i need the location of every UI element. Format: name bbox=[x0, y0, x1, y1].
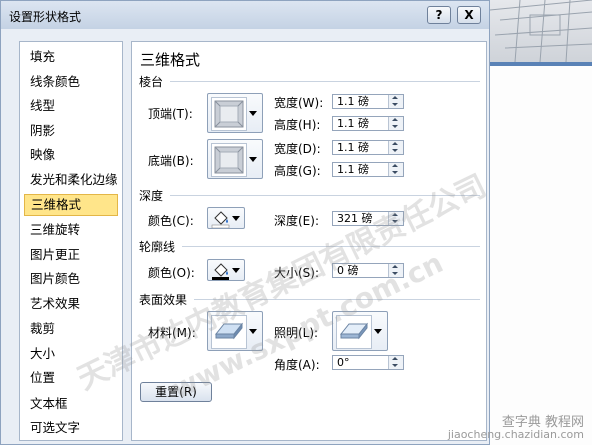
spinner-arrows[interactable] bbox=[388, 356, 403, 369]
contour-section-heading: 轮廓线 bbox=[139, 240, 176, 254]
bevel-bottom-height-spinner[interactable]: 1.1 磅 bbox=[332, 162, 404, 177]
bevel-top-dropdown[interactable] bbox=[207, 93, 263, 133]
bevel-bottom-width-label: 宽度(D): bbox=[274, 142, 321, 156]
depth-color-dropdown[interactable] bbox=[207, 207, 245, 229]
section-divider bbox=[170, 81, 480, 82]
nav-item-picture-corrections[interactable]: 图片更正 bbox=[24, 244, 118, 266]
nav-item-3d-format[interactable]: 三维格式 bbox=[24, 194, 118, 216]
spinner-value: 321 磅 bbox=[337, 212, 373, 225]
depth-label: 深度(E): bbox=[274, 214, 319, 228]
chevron-down-icon bbox=[232, 216, 240, 221]
bevel-top-width-label: 宽度(W): bbox=[274, 96, 324, 110]
nav-item-artistic-effects[interactable]: 艺术效果 bbox=[24, 293, 118, 315]
bevel-preview-icon bbox=[211, 97, 247, 131]
panel-title: 三维格式 bbox=[140, 51, 201, 69]
spinner-arrows[interactable] bbox=[388, 264, 403, 277]
bevel-bottom-width-spinner[interactable]: 1.1 磅 bbox=[332, 140, 404, 155]
depth-color-label: 颜色(C): bbox=[148, 214, 194, 228]
section-divider bbox=[194, 299, 480, 300]
angle-label: 角度(A): bbox=[274, 358, 320, 372]
nav-item-line-color[interactable]: 线条颜色 bbox=[24, 71, 118, 93]
bevel-bottom-dropdown[interactable] bbox=[207, 139, 263, 179]
bevel-bottom-label: 底端(B): bbox=[148, 154, 194, 168]
nav-item-text-box[interactable]: 文本框 bbox=[24, 393, 118, 415]
material-dropdown[interactable] bbox=[207, 311, 263, 351]
close-button[interactable]: X bbox=[457, 6, 481, 24]
reset-button[interactable]: 重置(R) bbox=[140, 382, 212, 402]
nav-item-3d-rotation[interactable]: 三维旋转 bbox=[24, 219, 118, 241]
nav-item-fill[interactable]: 填充 bbox=[24, 46, 118, 68]
title-bar[interactable]: 设置形状格式 ? X bbox=[1, 1, 489, 29]
contour-size-spinner[interactable]: 0 磅 bbox=[332, 263, 404, 278]
bevel-bottom-height-label: 高度(G): bbox=[274, 164, 321, 178]
depth-spinner[interactable]: 321 磅 bbox=[332, 211, 404, 226]
spinner-value: 1.1 磅 bbox=[337, 117, 369, 130]
spinner-value: 0 磅 bbox=[337, 264, 359, 277]
format-shape-dialog: 设置形状格式 ? X 填充 线条颜色 线型 阴影 映像 发光和柔化边缘 三维格式… bbox=[0, 0, 490, 445]
nav-item-crop[interactable]: 裁剪 bbox=[24, 318, 118, 340]
nav-item-reflection[interactable]: 映像 bbox=[24, 144, 118, 166]
corner-logo-line-2: jiaocheng.chazidian.com bbox=[447, 428, 584, 441]
bevel-top-width-spinner[interactable]: 1.1 磅 bbox=[332, 94, 404, 109]
paint-bucket-icon bbox=[211, 211, 230, 228]
contour-color-label: 颜色(O): bbox=[148, 266, 195, 280]
lighting-dropdown[interactable] bbox=[332, 311, 388, 351]
dialog-title: 设置形状格式 bbox=[9, 10, 82, 24]
help-button[interactable]: ? bbox=[427, 6, 451, 24]
bevel-top-label: 顶端(T): bbox=[148, 107, 193, 121]
contour-size-label: 大小(S): bbox=[274, 266, 320, 280]
spinner-value: 1.1 磅 bbox=[337, 141, 369, 154]
chevron-down-icon bbox=[249, 157, 257, 162]
material-label: 材料(M): bbox=[148, 326, 196, 340]
spinner-value: 0° bbox=[337, 356, 350, 369]
nav-item-glow-soft-edges[interactable]: 发光和柔化边缘 bbox=[24, 169, 118, 191]
corner-logo: 查字典 教程网 jiaocheng.chazidian.com bbox=[447, 416, 584, 441]
paint-bucket-icon bbox=[212, 263, 229, 280]
nav-item-size[interactable]: 大小 bbox=[24, 343, 118, 365]
depth-section-heading: 深度 bbox=[139, 189, 164, 203]
chevron-down-icon bbox=[374, 329, 382, 334]
spinner-value: 1.1 磅 bbox=[337, 95, 369, 108]
nav-item-picture-color[interactable]: 图片颜色 bbox=[24, 268, 118, 290]
category-list: 填充 线条颜色 线型 阴影 映像 发光和柔化边缘 三维格式 三维旋转 图片更正 … bbox=[19, 41, 123, 441]
nav-item-shadow[interactable]: 阴影 bbox=[24, 120, 118, 142]
chevron-down-icon bbox=[249, 329, 257, 334]
bevel-top-height-spinner[interactable]: 1.1 磅 bbox=[332, 116, 404, 131]
section-divider bbox=[182, 246, 480, 247]
spinner-arrows[interactable] bbox=[388, 212, 403, 225]
bevel-section-heading: 棱台 bbox=[139, 75, 164, 89]
spinner-arrows[interactable] bbox=[388, 95, 403, 108]
angle-spinner[interactable]: 0° bbox=[332, 355, 404, 370]
bevel-preview-icon bbox=[211, 143, 247, 177]
section-divider bbox=[170, 195, 480, 196]
spinner-arrows[interactable] bbox=[388, 163, 403, 176]
nav-item-position[interactable]: 位置 bbox=[24, 367, 118, 389]
chevron-down-icon bbox=[249, 111, 257, 116]
settings-panel: 三维格式 棱台 顶端(T): 宽度(W): 1.1 磅 高度(H): 1.1 磅 bbox=[131, 41, 487, 441]
bevel-top-height-label: 高度(H): bbox=[274, 118, 321, 132]
contour-color-dropdown[interactable] bbox=[207, 259, 245, 281]
lighting-preview-icon bbox=[336, 315, 372, 349]
accent-strip bbox=[490, 62, 592, 66]
chevron-down-icon bbox=[232, 268, 240, 273]
surface-section-heading: 表面效果 bbox=[139, 293, 188, 307]
spinner-arrows[interactable] bbox=[388, 117, 403, 130]
spinner-value: 1.1 磅 bbox=[337, 163, 369, 176]
nav-item-line-style[interactable]: 线型 bbox=[24, 95, 118, 117]
spinner-arrows[interactable] bbox=[388, 141, 403, 154]
material-preview-icon bbox=[211, 315, 247, 349]
nav-item-alt-text[interactable]: 可选文字 bbox=[24, 417, 118, 439]
lighting-label: 照明(L): bbox=[274, 326, 319, 340]
